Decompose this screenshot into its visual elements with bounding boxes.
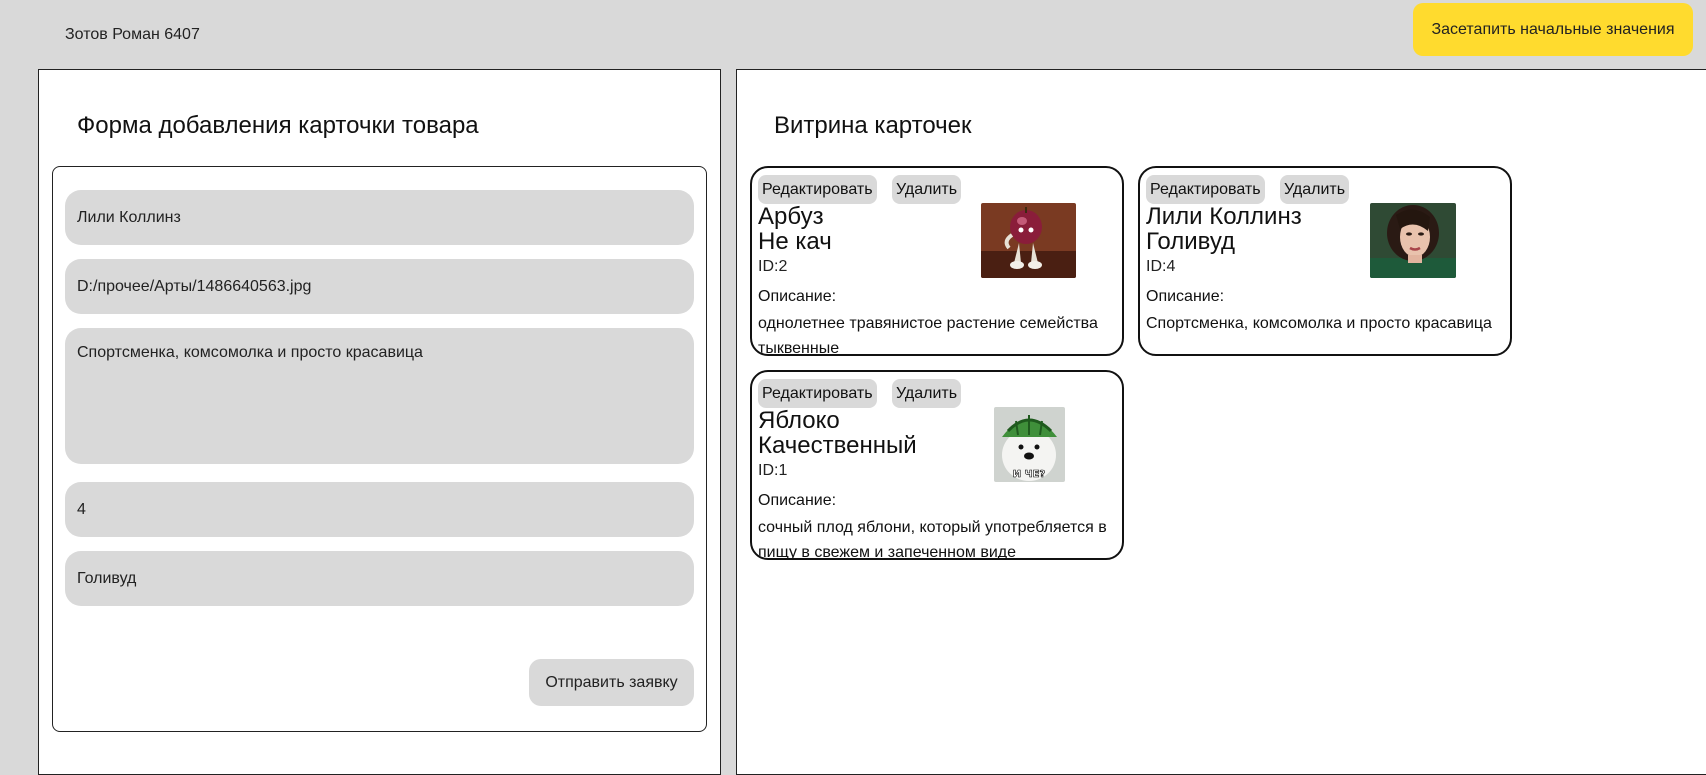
card-name: Лили Коллинз <box>1146 203 1302 230</box>
reset-initial-values-button[interactable]: Засетапить начальные значения <box>1413 3 1693 56</box>
id-input[interactable]: 4 <box>65 482 694 537</box>
author-label: Зотов Роман 6407 <box>65 26 200 43</box>
top-header: Зотов Роман 6407 Засетапить начальные зн… <box>0 0 1706 68</box>
edit-button[interactable]: Редактировать <box>1146 175 1265 204</box>
card-title: Арбуз Не кач <box>758 204 832 254</box>
meme-caption: И ЧЕ? <box>1013 469 1046 480</box>
product-card: Редактировать Удалить Лили Коллинз Голив… <box>1138 166 1512 356</box>
edit-button[interactable]: Редактировать <box>758 175 877 204</box>
delete-button[interactable]: Удалить <box>1280 175 1350 204</box>
product-card: Редактировать Удалить Арбуз Не кач ID:2 <box>750 166 1124 356</box>
delete-button[interactable]: Удалить <box>892 379 962 408</box>
card-description: однолетнее травянистое растение семейств… <box>758 315 1098 356</box>
card-id: ID:2 <box>758 258 788 275</box>
card-title: Лили Коллинз Голивуд <box>1146 204 1302 254</box>
card-title: Яблоко Качественный <box>758 408 917 458</box>
card-id: ID:4 <box>1146 258 1176 275</box>
showcase-panel: Витрина карточек Редактировать Удалить А… <box>736 69 1706 775</box>
product-card: Редактировать Удалить Яблоко Качественны… <box>750 370 1124 560</box>
showcase-title: Витрина карточек <box>774 112 972 139</box>
description-textarea[interactable]: Спортсменка, комсомолка и просто красави… <box>65 328 694 464</box>
description-label: Описание: <box>758 288 837 305</box>
category-input[interactable]: Голивуд <box>65 551 694 606</box>
name-input[interactable]: Лили Коллинз <box>65 190 694 245</box>
card-image: И ЧЕ? <box>994 407 1065 482</box>
card-image <box>981 203 1076 278</box>
delete-button[interactable]: Удалить <box>892 175 962 204</box>
card-category: Качественный <box>758 432 917 459</box>
card-image <box>1370 203 1456 278</box>
form-title: Форма добавления карточки товара <box>77 112 479 139</box>
card-description: Спортсменка, комсомолка и просто красави… <box>1146 315 1492 332</box>
card-name: Арбуз <box>758 203 824 230</box>
edit-button[interactable]: Редактировать <box>758 379 877 408</box>
description-label: Описание: <box>1146 288 1225 305</box>
card-description: сочный плод яблони, который употребляетс… <box>758 519 1107 560</box>
image-path-input[interactable]: D:/прочее/Арты/1486640563.jpg <box>65 259 694 314</box>
card-category: Не кач <box>758 228 832 255</box>
form-panel: Форма добавления карточки товара Лили Ко… <box>38 69 721 775</box>
add-card-form: Лили Коллинз D:/прочее/Арты/1486640563.j… <box>52 166 707 732</box>
submit-button[interactable]: Отправить заявку <box>529 659 694 706</box>
card-name: Яблоко <box>758 407 840 434</box>
card-id: ID:1 <box>758 462 788 479</box>
description-label: Описание: <box>758 492 837 509</box>
card-category: Голивуд <box>1146 228 1236 255</box>
